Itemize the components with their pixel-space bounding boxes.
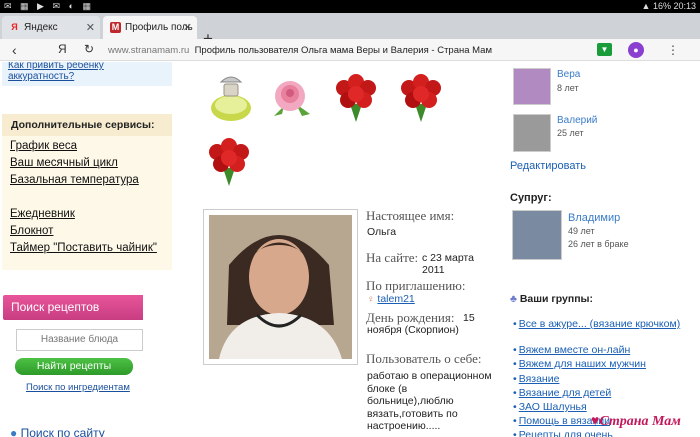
stranamam-favicon-icon: M [110,22,121,33]
groups-heading-label: Ваши группы: [519,293,593,305]
page-title: Профиль пользователя Ольга мама Веры и В… [194,45,492,56]
services-list: График веса Ваш месячный цикл Базальная … [2,136,172,270]
yandex-home-icon[interactable]: Я [58,42,67,56]
site-search-label: Поиск по сайту [20,426,105,437]
groups-icon: ♣ [510,293,517,305]
group-link[interactable]: Рецепты для очень [513,429,683,437]
advice-link[interactable]: Как привить ребенку аккуратность? [2,62,172,86]
search-by-ingredients-link[interactable]: Поиск по ингредиентам [26,382,130,393]
site-search-link[interactable]: ● Поиск по сайту [10,426,105,437]
service-link-temperature[interactable]: Базальная температура [10,174,164,191]
notification-icons: ✉ ▦ ▶ ✉ ◐ ▦ [4,1,94,11]
tab-yandex[interactable]: Я Яндекс ✕ [2,16,100,39]
search-icon: ● [10,426,18,437]
yandex-favicon-icon: Я [11,22,18,32]
child-name-link[interactable]: Валерий [557,115,597,126]
invite-user-link[interactable]: talem21 [377,293,414,305]
child-age: 8 лет [557,83,579,93]
child-avatar-valery[interactable] [513,114,551,152]
url-field[interactable]: www.stranamam.ru Профиль пользователя Ол… [108,45,492,56]
profile-photo[interactable] [209,215,352,359]
child-avatar-vera[interactable] [513,68,551,105]
spouse-age: 49 лет [568,226,595,236]
group-link[interactable]: Вязание [513,373,683,385]
microphone-icon[interactable]: ● [628,42,644,58]
about-label: Пользователь о себе: [366,351,482,366]
group-link[interactable]: Все в ажуре... (вязание крючком) [513,318,683,330]
battery-level: 16% [652,1,671,11]
edit-family-link[interactable]: Редактировать [510,160,586,172]
on-site-label: На сайте: [366,250,419,265]
tab-label: Яндекс [24,22,58,33]
close-tab-icon[interactable]: ✕ [86,21,95,34]
stranamam-watermark: ♥Страна Мам [591,414,681,430]
group-link[interactable]: ЗАО Шалунья [513,401,683,413]
page-content: Как привить ребенку аккуратность? Дополн… [0,62,700,437]
about-value: работаю в операционном блоке (в больнице… [367,370,492,432]
group-link[interactable]: Вязание для детей [513,387,683,399]
service-link-notepad[interactable]: Блокнот [10,225,164,242]
services-heading: Дополнительные сервисы: [2,114,172,136]
status-right: ▲ 16% 20:13 [642,1,697,11]
spouse-heading: Супруг: [510,192,552,204]
real-name-value: Ольга [367,226,397,238]
groups-heading: ♣ Ваши группы: [510,293,593,305]
service-link-weight[interactable]: График веса [10,140,164,157]
reload-icon[interactable]: ↻ [84,42,94,56]
address-bar: ‹ Я ↻ www.stranamam.ru Профиль пользоват… [0,39,700,61]
protect-icon[interactable]: ▼ [597,43,612,56]
rose-gift-icon[interactable] [266,74,318,128]
profile-photo-frame [203,209,358,365]
watermark-text: Страна Мам [599,414,681,429]
roses-bouquet-gift-icon[interactable] [395,70,447,124]
clock: 20:13 [673,1,696,11]
real-name-label: Настоящее имя: [366,208,455,223]
recipe-search-heading: Поиск рецептов [3,295,143,320]
user-icon: ♀ [367,294,375,305]
tab-bar: Я Яндекс ✕ M Профиль поль ✕ + [0,13,700,48]
birthday-value: 15 ноября (Скорпион) [367,312,475,336]
close-tab-icon[interactable]: ✕ [183,21,192,34]
service-link-diary[interactable]: Ежедневник [10,208,164,225]
roses-bouquet-gift-icon[interactable] [330,70,382,124]
url-domain: www.stranamam.ru [108,45,190,56]
roses-bouquet-gift-icon[interactable] [203,134,255,188]
find-recipes-button[interactable]: Найти рецепты [15,358,133,375]
child-name-link[interactable]: Вера [557,69,580,80]
married-years: 26 лет в браке [568,239,629,249]
menu-icon[interactable]: ⋮ [667,43,679,57]
service-link-cycle[interactable]: Ваш месячный цикл [10,157,164,174]
wifi-icon: ▲ [641,1,651,11]
group-link[interactable]: Вяжем для наших мужчин [513,358,683,370]
back-button[interactable]: ‹ [12,42,17,58]
spouse-avatar[interactable] [512,210,562,260]
service-link-timer[interactable]: Таймер "Поставить чайник" [10,242,164,259]
child-age: 25 лет [557,128,584,138]
invite-label: По приглашению: [366,278,466,293]
tab-profile[interactable]: M Профиль поль ✕ [103,16,197,39]
perfume-gift-icon[interactable] [205,70,257,124]
status-bar: ✉ ▦ ▶ ✉ ◐ ▦ ▲ 16% 20:13 [0,0,700,13]
invite-row: ♀ talem21 [367,293,415,305]
spouse-name-link[interactable]: Владимир [568,212,620,224]
on-site-value: с 23 марта 2011 [422,252,474,276]
group-link[interactable]: Вяжем вместе он-лайн [513,344,683,356]
dish-name-input[interactable]: Название блюда [16,329,143,351]
